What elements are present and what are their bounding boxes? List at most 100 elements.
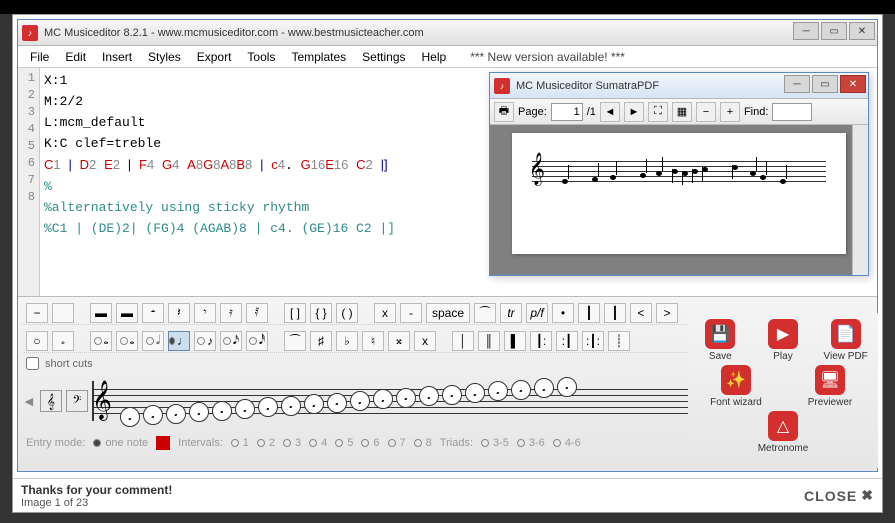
staff-note-9[interactable]: 𝅘 bbox=[327, 393, 347, 413]
triad-35[interactable]: 3-5 bbox=[481, 437, 509, 449]
fit-page-icon[interactable]: ▦ bbox=[672, 102, 692, 122]
next-page-icon[interactable]: ► bbox=[624, 102, 644, 122]
tool-double-barline[interactable]: ║ bbox=[478, 331, 500, 351]
rest-eighth[interactable]: 𝄾 bbox=[194, 303, 216, 323]
interval-1[interactable]: 1 bbox=[231, 437, 249, 449]
interval-8[interactable]: 8 bbox=[414, 437, 432, 449]
tool-barline[interactable]: │ bbox=[452, 331, 474, 351]
zoom-in-icon[interactable]: + bbox=[720, 102, 740, 122]
tool-x[interactable]: x bbox=[374, 303, 396, 323]
staff-note-0[interactable]: 𝅘 bbox=[120, 407, 140, 427]
tool-dynamics[interactable]: p/f bbox=[526, 303, 548, 323]
menu-file[interactable]: File bbox=[22, 48, 57, 66]
staff-note-10[interactable]: 𝅘 bbox=[350, 391, 370, 411]
print-icon[interactable]: 🖶 bbox=[494, 102, 514, 122]
interval-4[interactable]: 4 bbox=[309, 437, 327, 449]
tool-repeat-both[interactable]: :┃: bbox=[582, 331, 604, 351]
interval-5[interactable]: 5 bbox=[335, 437, 353, 449]
staff-note-19[interactable]: 𝅘 bbox=[557, 377, 577, 397]
tool-decresc[interactable]: > bbox=[656, 303, 678, 323]
staff-note-1[interactable]: 𝅘 bbox=[143, 405, 163, 425]
interval-7[interactable]: 7 bbox=[388, 437, 406, 449]
rest-32nd[interactable]: 𝅀 bbox=[246, 303, 268, 323]
tool-x2[interactable]: x bbox=[414, 331, 436, 351]
font-wizard-button[interactable]: ✨Font wizard bbox=[708, 365, 764, 409]
pdf-close-button[interactable]: ✕ bbox=[840, 75, 866, 93]
chevron-left-icon[interactable]: ◄ bbox=[22, 393, 36, 409]
staff-note-6[interactable]: 𝅘 bbox=[258, 397, 278, 417]
staff-note-13[interactable]: 𝅘 bbox=[419, 386, 439, 406]
view-pdf-button[interactable]: 📄View PDF bbox=[818, 319, 874, 363]
play-button[interactable]: ▶Play bbox=[755, 319, 811, 363]
save-button[interactable]: 💾Save bbox=[692, 319, 748, 363]
note-sixteenth[interactable]: 𝅘𝅥𝅯 bbox=[220, 331, 242, 351]
new-version-notice[interactable]: *** New version available! *** bbox=[462, 48, 633, 66]
find-input[interactable] bbox=[772, 103, 812, 121]
rest-whole[interactable]: ▬ bbox=[116, 303, 138, 323]
staff-note-18[interactable]: 𝅘 bbox=[534, 378, 554, 398]
page-input[interactable] bbox=[551, 103, 583, 121]
staff-note-15[interactable]: 𝅘 bbox=[465, 383, 485, 403]
tool-double-sharp[interactable]: 𝄪 bbox=[388, 331, 410, 351]
minimize-button[interactable]: ─ bbox=[793, 22, 819, 40]
pdf-scrollbar[interactable] bbox=[852, 125, 868, 275]
tool-barline-start[interactable]: ┃ bbox=[578, 303, 600, 323]
note-32nd[interactable]: 𝅘𝅥𝅰 bbox=[246, 331, 268, 351]
tool-repeat-start[interactable]: ┃: bbox=[530, 331, 552, 351]
tool-dot[interactable]: • bbox=[552, 303, 574, 323]
metronome-button[interactable]: △Metronome bbox=[690, 411, 876, 455]
staff-note-2[interactable]: 𝅘 bbox=[166, 404, 186, 424]
tool-space[interactable]: space bbox=[426, 303, 470, 323]
menu-export[interactable]: Export bbox=[189, 48, 240, 66]
bass-clef-button[interactable]: 𝄢 bbox=[66, 390, 88, 412]
rest-double-whole[interactable]: ▬ bbox=[90, 303, 112, 323]
pdf-minimize-button[interactable]: ─ bbox=[784, 75, 810, 93]
menu-help[interactable]: Help bbox=[414, 48, 455, 66]
tool-final-barline[interactable]: ▌ bbox=[504, 331, 526, 351]
staff-note-12[interactable]: 𝅘 bbox=[396, 388, 416, 408]
previewer-button[interactable]: 🖥Previewer bbox=[802, 365, 858, 409]
interval-2[interactable]: 2 bbox=[257, 437, 275, 449]
tool-minus[interactable]: − bbox=[26, 303, 48, 323]
staff-note-5[interactable]: 𝅘 bbox=[235, 399, 255, 419]
tool-barline-end[interactable]: ┃ bbox=[604, 303, 626, 323]
triad-46[interactable]: 4-6 bbox=[553, 437, 581, 449]
note-eighth[interactable]: ♪ bbox=[194, 331, 216, 351]
gallery-close-button[interactable]: CLOSE ✖ bbox=[804, 487, 874, 504]
note-whole[interactable]: 𝅝 bbox=[116, 331, 138, 351]
tool-flat[interactable]: ♭ bbox=[336, 331, 358, 351]
tool-tie[interactable]: ⁀ bbox=[284, 331, 306, 351]
fit-width-icon[interactable]: ⛶ bbox=[648, 102, 668, 122]
menu-insert[interactable]: Insert bbox=[94, 48, 140, 66]
staff-note-7[interactable]: 𝅘 bbox=[281, 396, 301, 416]
menu-tools[interactable]: Tools bbox=[239, 48, 283, 66]
close-button[interactable]: ✕ bbox=[849, 22, 875, 40]
short-cuts-checkbox[interactable] bbox=[26, 357, 39, 370]
staff-note-17[interactable]: 𝅘 bbox=[511, 380, 531, 400]
rest-quarter[interactable]: 𝄽 bbox=[168, 303, 190, 323]
staff-note-16[interactable]: 𝅘 bbox=[488, 381, 508, 401]
note-half[interactable]: 𝅗𝅥 bbox=[142, 331, 164, 351]
triad-36[interactable]: 3-6 bbox=[517, 437, 545, 449]
tool-dash[interactable]: - bbox=[400, 303, 422, 323]
tool-cresc[interactable]: < bbox=[630, 303, 652, 323]
staff-note-8[interactable]: 𝅘 bbox=[304, 394, 324, 414]
interval-6[interactable]: 6 bbox=[361, 437, 379, 449]
prev-page-icon[interactable]: ◄ bbox=[600, 102, 620, 122]
tool-repeat-end[interactable]: :┃ bbox=[556, 331, 578, 351]
bracket-curly[interactable]: { } bbox=[310, 303, 332, 323]
note-double-whole[interactable]: 𝅝 bbox=[90, 331, 112, 351]
note-quarter[interactable]: ♩ bbox=[168, 331, 190, 351]
zoom-out-icon[interactable]: − bbox=[696, 102, 716, 122]
staff-note-4[interactable]: 𝅘 bbox=[212, 401, 232, 421]
tool-dotted-bar[interactable]: ┊ bbox=[608, 331, 630, 351]
menu-templates[interactable]: Templates bbox=[283, 48, 354, 66]
staff-note-3[interactable]: 𝅘 bbox=[189, 402, 209, 422]
menu-settings[interactable]: Settings bbox=[354, 48, 413, 66]
pdf-viewport[interactable]: 𝄞 bbox=[490, 125, 868, 275]
bracket-round[interactable]: ( ) bbox=[336, 303, 358, 323]
menu-edit[interactable]: Edit bbox=[57, 48, 94, 66]
tool-tr[interactable]: tr bbox=[500, 303, 522, 323]
tool-natural[interactable]: ♮ bbox=[362, 331, 384, 351]
rest-sixteenth[interactable]: 𝄿 bbox=[220, 303, 242, 323]
